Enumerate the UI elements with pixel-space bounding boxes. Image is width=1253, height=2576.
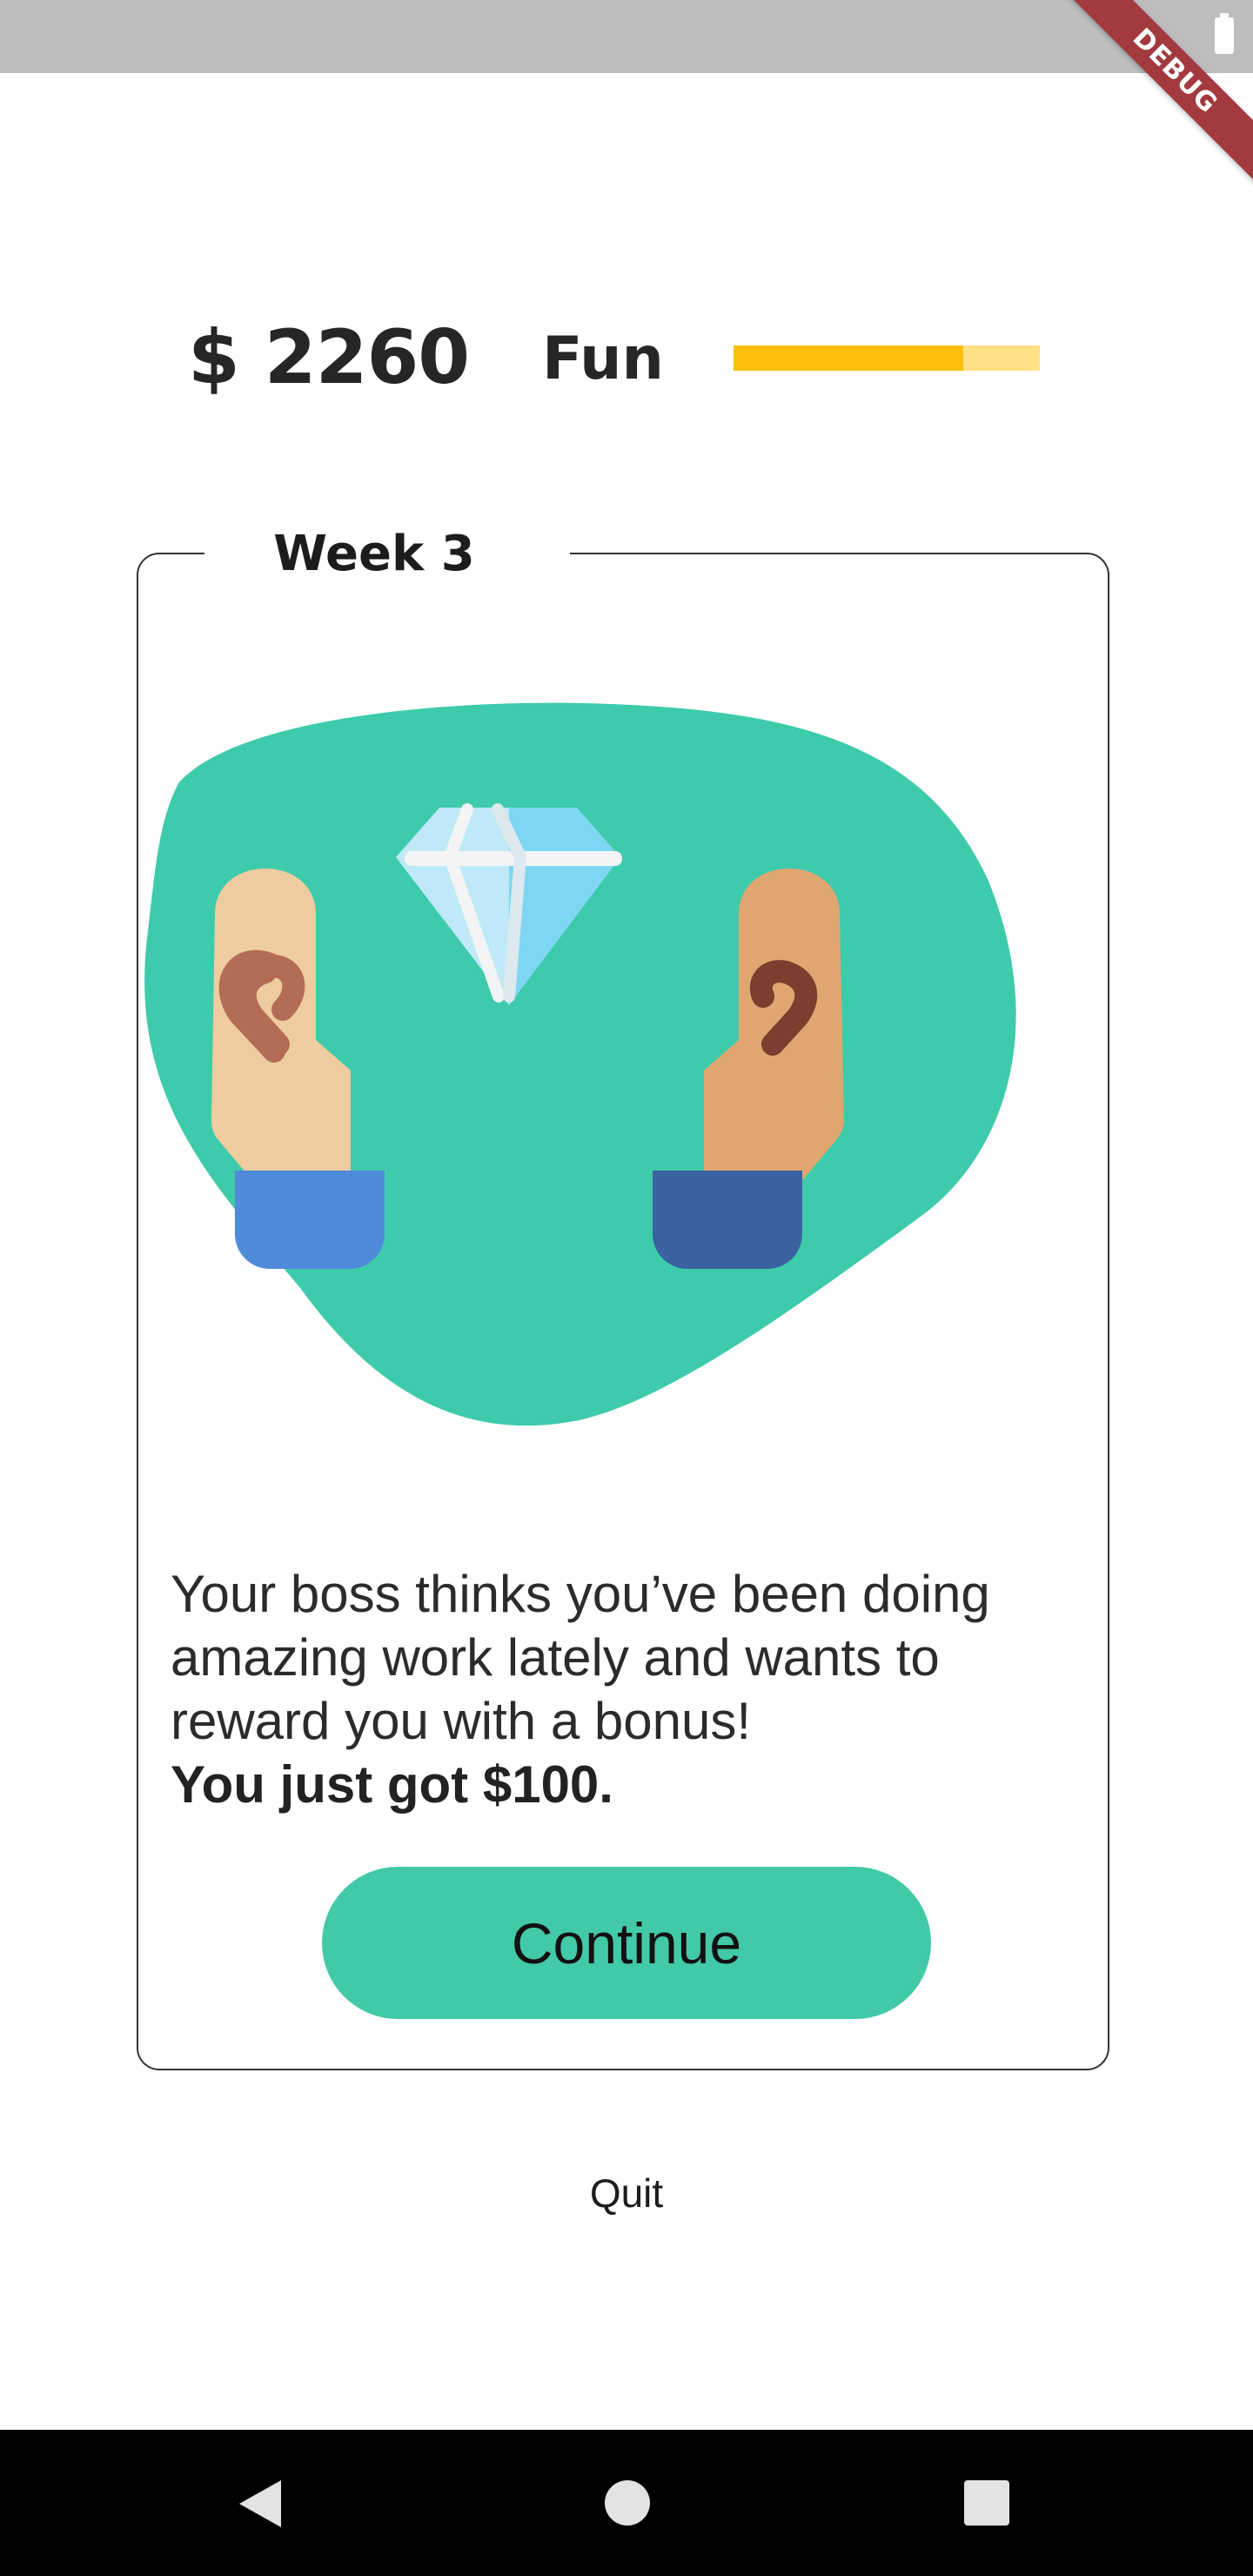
quit-button[interactable]: Quit xyxy=(539,2167,714,2219)
reward-highlight: You just got $100. xyxy=(171,1755,613,1814)
week-label: Week 3 xyxy=(273,526,475,582)
money-balance: $ 2260 xyxy=(188,314,470,401)
home-icon[interactable] xyxy=(605,2480,650,2526)
message-line: Your boss thinks you’ve been doing xyxy=(171,1565,990,1623)
continue-button[interactable]: Continue xyxy=(322,1867,931,2019)
week-header: Week 3 xyxy=(204,515,570,594)
message-line: reward you with a bonus! xyxy=(171,1692,752,1750)
message-line: amazing work lately and wants to xyxy=(171,1628,940,1687)
recents-icon[interactable] xyxy=(964,2480,1009,2526)
status-bar xyxy=(0,0,1253,73)
fun-label: Fun xyxy=(542,325,664,393)
battery-icon xyxy=(1215,13,1234,54)
back-icon[interactable] xyxy=(239,2480,281,2527)
fun-progress-bar xyxy=(734,345,1040,371)
event-message: Your boss thinks you’ve been doing amazi… xyxy=(171,1562,1075,1816)
fun-progress-fill xyxy=(734,345,963,371)
hands-holding-diamond-icon xyxy=(144,702,1016,1426)
